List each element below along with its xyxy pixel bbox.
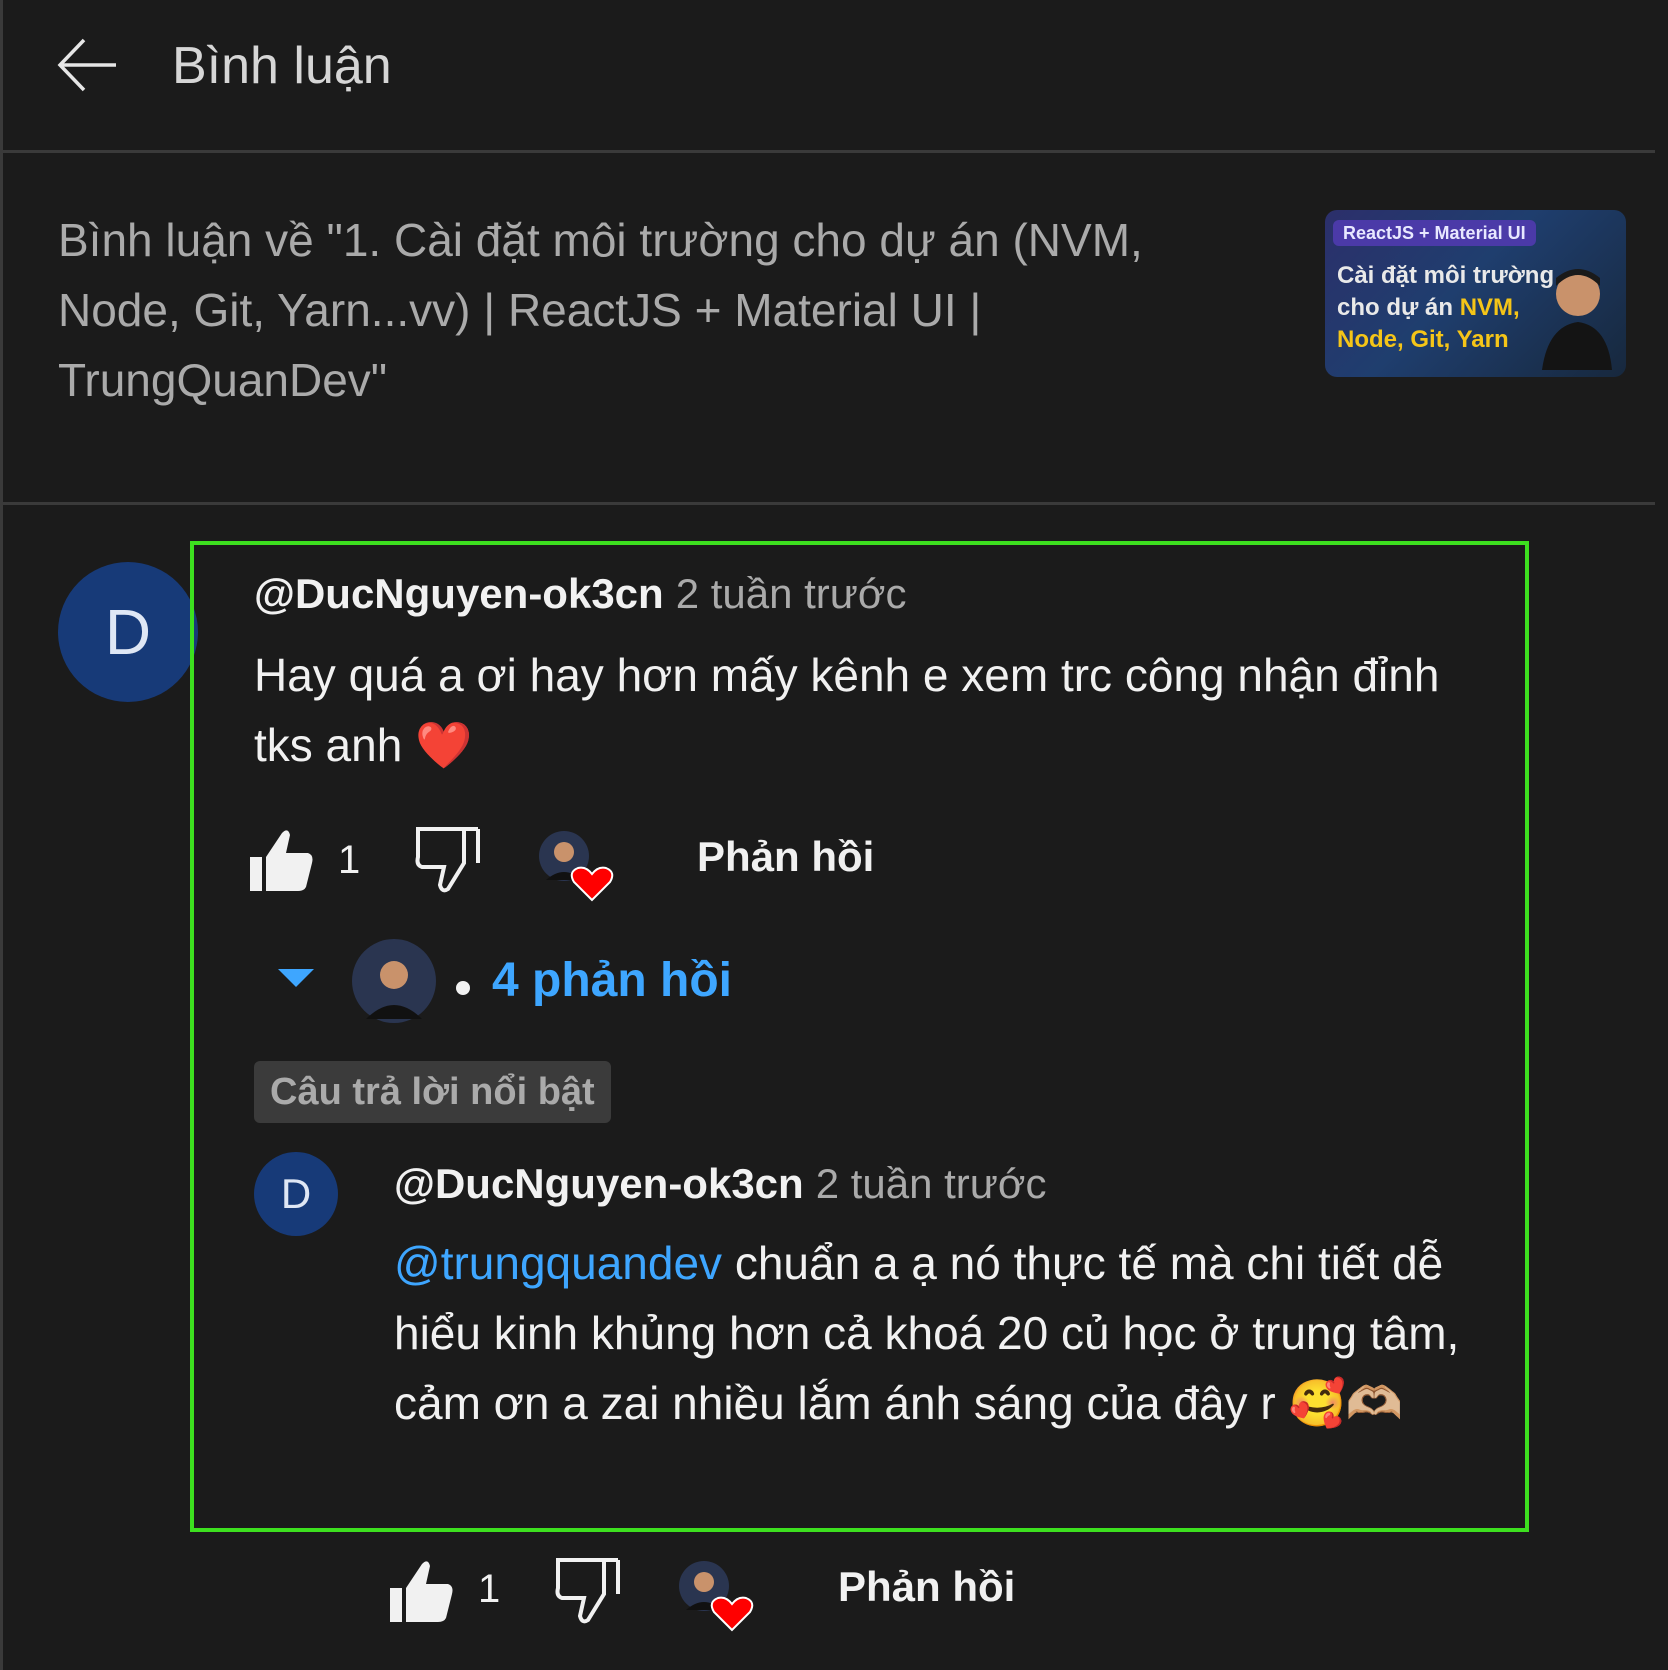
reply-reply-button[interactable]: Phản hồi	[838, 1563, 1015, 1611]
reply-author[interactable]: @DucNguyen-ok3cn 2 tuần trước	[394, 1156, 1046, 1212]
like-count: 1	[338, 838, 361, 882]
video-title: Bình luận về "1. Cài đặt môi trường cho …	[58, 214, 1143, 406]
creator-avatar-icon	[352, 939, 436, 1023]
thumbs-down-icon	[415, 827, 480, 893]
reply-button[interactable]: Phản hồi	[697, 833, 874, 881]
video-thumbnail[interactable]: ReactJS + Material UI Cài đặt môi trường…	[1325, 210, 1626, 377]
comment-time[interactable]: 2 tuần trước	[676, 570, 907, 617]
thumbnail-line1: Cài đặt môi trường	[1337, 262, 1555, 289]
page-title: Bình luận	[172, 37, 392, 95]
reply-avatar[interactable]: D	[254, 1152, 338, 1236]
avatar-letter: D	[104, 596, 152, 668]
creator-heart	[538, 830, 618, 905]
reply-like-count: 1	[478, 1567, 501, 1611]
author-name[interactable]: @DucNguyen-ok3cn	[394, 1160, 804, 1207]
presenter-image	[1542, 269, 1612, 370]
header-divider	[0, 150, 1655, 153]
thumbs-up-icon	[390, 1561, 453, 1622]
thumbnail-line2-highlight: NVM,	[1459, 294, 1520, 321]
highlighted-reply-badge: Câu trả lời nổi bật	[254, 1061, 611, 1123]
thumbnail-line3: Node, Git, Yarn	[1337, 326, 1509, 353]
thumbs-down-icon	[555, 1558, 620, 1624]
reply-emojis: 🥰🫶🏼	[1288, 1377, 1404, 1429]
reply-like-button[interactable]	[388, 1556, 458, 1626]
caret-down-icon	[278, 969, 314, 987]
thumbs-up-icon	[250, 830, 313, 891]
dislike-button[interactable]	[412, 825, 482, 895]
comment-text: Hay quá a ơi hay hơn mấy kênh e xem trc …	[254, 649, 1440, 771]
replies-count-label[interactable]: 4 phản hồi	[492, 953, 732, 1008]
separator-dot	[456, 981, 470, 995]
avatar-letter: D	[280, 1170, 312, 1217]
reply-dislike-button[interactable]	[552, 1556, 622, 1626]
author-name[interactable]: @DucNguyen-ok3cn	[254, 570, 664, 617]
reply-text: @trungquandev chuẩn a ạ nó thực tế mà ch…	[394, 1228, 1474, 1438]
comment-avatar[interactable]: D	[58, 562, 198, 702]
section-divider	[0, 502, 1655, 505]
comment-author[interactable]: @DucNguyen-ok3cn 2 tuần trước	[254, 566, 906, 622]
reply-time[interactable]: 2 tuần trước	[816, 1160, 1047, 1207]
creator-heart-icon	[679, 1561, 754, 1632]
mention-link[interactable]: @trungquandev	[394, 1237, 722, 1289]
left-edge	[0, 0, 3, 1670]
like-button[interactable]	[248, 825, 318, 895]
reply-creator-heart	[678, 1560, 758, 1635]
thumbnail-line2: cho dự án NVM,	[1337, 294, 1520, 322]
thumbnail-tag: ReactJS + Material UI	[1333, 220, 1536, 246]
thumbnail-line2-prefix: cho dự án	[1337, 294, 1460, 321]
replies-toggle[interactable]: 4 phản hồi	[270, 935, 740, 1025]
header: Bình luận	[0, 0, 1668, 150]
back-button[interactable]	[52, 30, 122, 100]
arrow-left-icon	[57, 38, 116, 92]
creator-heart-icon	[539, 831, 614, 902]
